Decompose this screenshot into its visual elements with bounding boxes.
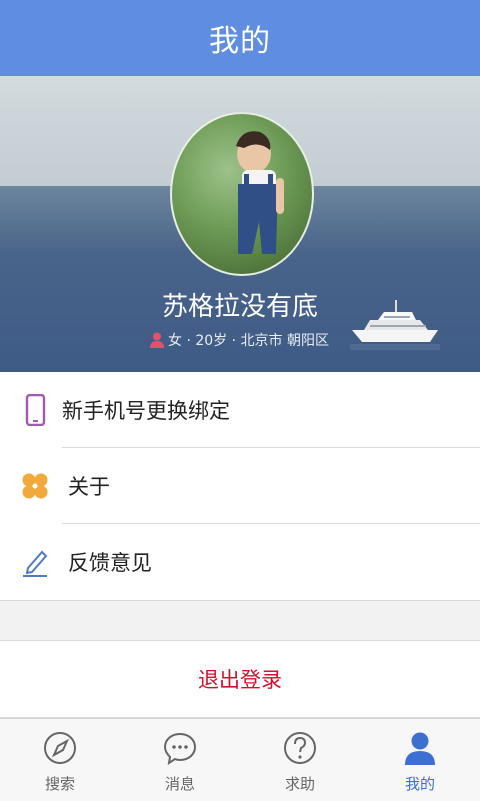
- menu-item-about[interactable]: 关于: [0, 448, 480, 524]
- four-petal-icon: [22, 473, 48, 499]
- person-icon: [150, 332, 164, 348]
- menu-item-label: 反馈意见: [68, 551, 152, 575]
- page-title: 我的: [209, 24, 271, 59]
- tab-label: 求助: [284, 775, 315, 793]
- compass-icon: [44, 732, 76, 764]
- phone-icon: [25, 394, 46, 426]
- user-icon: [405, 732, 435, 765]
- tab-messages[interactable]: 消息: [120, 719, 240, 801]
- tab-label: 我的: [404, 775, 435, 793]
- top-bar: 我的: [0, 0, 480, 76]
- tab-bar: 搜索 消息 求助 我的: [0, 718, 480, 801]
- profile-banner: 苏格拉没有底 女 · 20岁 · 北京市 朝阳区: [0, 76, 480, 372]
- yacht-image: [350, 300, 440, 350]
- menu-list: 新手机号更换绑定 关于 反馈意见: [0, 372, 480, 601]
- logout-label: 退出登录: [198, 668, 282, 692]
- user-meta: 女 · 20岁 · 北京市 朝阳区: [150, 330, 329, 350]
- user-meta-text: 女 · 20岁 · 北京市 朝阳区: [168, 333, 329, 349]
- avatar[interactable]: [170, 112, 314, 276]
- tab-label: 搜索: [44, 775, 75, 793]
- logout-button[interactable]: 退出登录: [0, 640, 480, 718]
- divider: [0, 600, 480, 601]
- menu-item-change-phone[interactable]: 新手机号更换绑定: [0, 372, 480, 448]
- menu-item-feedback[interactable]: 反馈意见: [0, 524, 480, 600]
- menu-item-label: 新手机号更换绑定: [62, 399, 230, 423]
- tab-mine[interactable]: 我的: [360, 719, 480, 801]
- tab-help[interactable]: 求助: [240, 719, 360, 801]
- avatar-photo: [236, 131, 284, 254]
- help-icon: [284, 732, 316, 764]
- tab-search[interactable]: 搜索: [0, 719, 120, 801]
- chat-icon: [163, 732, 197, 766]
- menu-item-label: 关于: [68, 475, 110, 499]
- pencil-icon: [23, 550, 48, 577]
- tab-label: 消息: [164, 775, 195, 793]
